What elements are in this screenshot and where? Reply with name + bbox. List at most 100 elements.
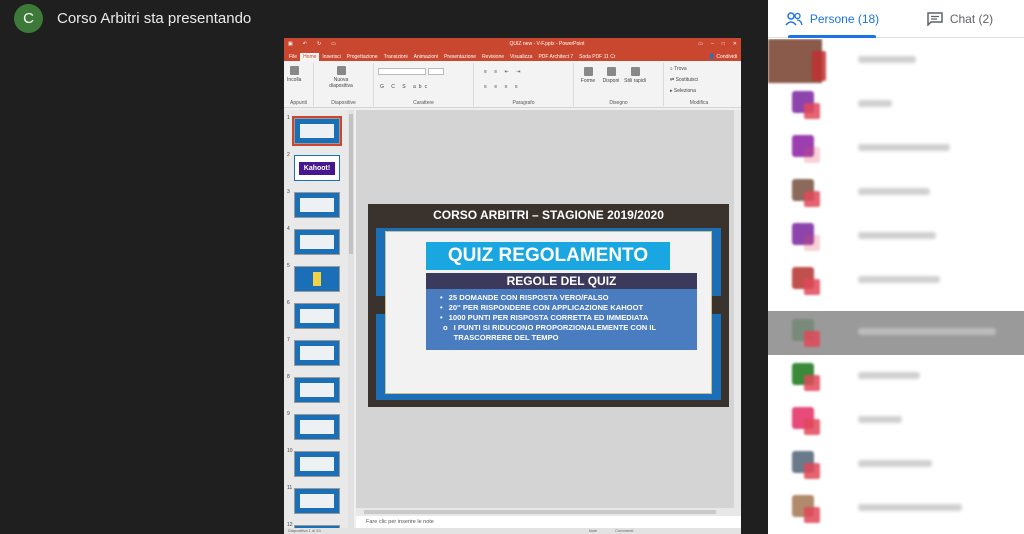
- avatar: [792, 223, 820, 251]
- current-slide[interactable]: CORSO ARBITRI – STAGIONE 2019/2020 QUIZ …: [368, 204, 729, 407]
- tab-pdf-architect[interactable]: PDF Architect 7: [535, 53, 576, 61]
- chat-icon: [927, 11, 943, 26]
- participant-row[interactable]: [768, 487, 1024, 531]
- thumb-number: 8: [287, 374, 290, 380]
- group-label: Carattere: [413, 100, 434, 106]
- notes-button[interactable]: Note: [589, 528, 597, 534]
- tab-review[interactable]: Revisione: [479, 53, 507, 61]
- participant-name: [858, 416, 902, 423]
- slide-thumb[interactable]: 10: [284, 448, 346, 478]
- shared-screen: ▣ ↶ ↻ ▭ QUIZ new - V-F.pptx - PowerPoint…: [284, 38, 741, 534]
- people-icon: [785, 11, 803, 26]
- slide-thumb[interactable]: 9: [284, 411, 346, 441]
- tab-soda-pdf[interactable]: Soda PDF 11 Cr: [576, 53, 618, 61]
- select-button[interactable]: ▸ Seleziona: [670, 88, 696, 94]
- start-presentation-icon[interactable]: ▭: [331, 41, 336, 47]
- share-button[interactable]: 👤 Condividi: [705, 53, 741, 61]
- participant-row[interactable]: [768, 443, 1024, 487]
- thumb-number: 4: [287, 226, 290, 232]
- font-format-buttons[interactable]: G C S abc: [380, 84, 430, 90]
- group-font: G C S abc Carattere: [374, 63, 474, 106]
- avatar: [792, 135, 820, 163]
- participant-row[interactable]: [768, 171, 1024, 215]
- replace-button[interactable]: ⇄ Sostituisci: [670, 77, 698, 83]
- avatar: [792, 451, 820, 479]
- avatar: [792, 91, 820, 119]
- maximize-icon[interactable]: □: [722, 41, 725, 47]
- slide-thumb[interactable]: 5: [284, 263, 346, 293]
- participant-row[interactable]: [768, 83, 1024, 127]
- slide-thumb[interactable]: 4: [284, 226, 346, 256]
- slide-thumb[interactable]: 8: [284, 374, 346, 404]
- shapes-button[interactable]: Forme: [578, 67, 598, 84]
- arrange-button[interactable]: Disponi: [600, 67, 622, 84]
- slide-thumb[interactable]: 7: [284, 337, 346, 367]
- list-buttons[interactable]: ≡ ≡ ⇤ ⇥: [484, 69, 523, 75]
- slide-thumb[interactable]: 6: [284, 300, 346, 330]
- slide-thumb[interactable]: 2 Kahoot!: [284, 152, 346, 182]
- ribbon: Incolla Appunti Nuova diapositiva Diapos…: [284, 61, 741, 108]
- ribbon-options-icon[interactable]: ▭: [698, 41, 703, 47]
- find-button[interactable]: ⌕ Trova: [670, 66, 687, 72]
- participant-row[interactable]: [768, 311, 1024, 355]
- ppt-window-title: QUIZ new - V-F.pptx - PowerPoint: [509, 40, 585, 47]
- slide-thumb[interactable]: 11: [284, 485, 346, 515]
- close-icon[interactable]: ✕: [733, 41, 737, 47]
- participant-row[interactable]: [768, 259, 1024, 303]
- participant-row[interactable]: [768, 399, 1024, 443]
- minimize-icon[interactable]: –: [711, 41, 714, 47]
- font-size-select[interactable]: [428, 68, 444, 77]
- new-slide-button[interactable]: Nuova diapositiva: [326, 66, 356, 89]
- slide-thumb[interactable]: 1: [284, 115, 346, 146]
- editor-scrollbar[interactable]: [734, 110, 741, 508]
- avatar: [792, 319, 820, 347]
- notes-pane[interactable]: Fare clic per inserire le note: [356, 516, 741, 528]
- new-slide-label: Nuova diapositiva: [329, 77, 353, 89]
- tab-slideshow[interactable]: Presentazione: [441, 53, 479, 61]
- select-label: Seleziona: [673, 88, 696, 94]
- participant-row[interactable]: [768, 215, 1024, 259]
- thumbnails-scrollbar[interactable]: [348, 110, 354, 534]
- replace-label: Sostituisci: [675, 77, 699, 83]
- slide-content: QUIZ REGOLAMENTO REGOLE DEL QUIZ • 25 DOM…: [385, 231, 712, 394]
- thumb-kahoot: Kahoot!: [299, 162, 335, 175]
- presenter-label: Corso Arbitri sta presentando: [57, 10, 252, 27]
- font-name-select[interactable]: [378, 68, 426, 77]
- tab-home[interactable]: Home: [300, 53, 320, 61]
- tab-transitions[interactable]: Transizioni: [381, 53, 411, 61]
- thumb-image: [294, 377, 340, 403]
- tab-animations[interactable]: Animazioni: [411, 53, 441, 61]
- slide-thumb[interactable]: 3: [284, 189, 346, 219]
- thumb-number: 2: [287, 152, 290, 158]
- group-paragraph: ≡ ≡ ⇤ ⇥ ≡ ≡ ≡ ≡ Paragrafo: [474, 63, 574, 106]
- editor-hscrollbar[interactable]: [356, 508, 741, 516]
- comments-button[interactable]: Commenti: [615, 528, 633, 534]
- undo-icon[interactable]: ↶: [303, 41, 307, 47]
- tab-insert[interactable]: Inserisci: [319, 53, 343, 61]
- participant-row[interactable]: [768, 39, 1024, 83]
- redo-icon[interactable]: ↻: [317, 41, 321, 47]
- group-label: Diapositive: [331, 100, 356, 106]
- participant-row[interactable]: [768, 355, 1024, 399]
- shapes-icon: [583, 67, 593, 76]
- tab-view[interactable]: Visualizza: [507, 53, 535, 61]
- paste-button[interactable]: Incolla: [287, 66, 301, 83]
- thumb-number: 5: [287, 263, 290, 269]
- participant-name: [858, 144, 950, 151]
- tab-file[interactable]: File: [286, 53, 300, 61]
- slide-title: QUIZ REGOLAMENTO: [426, 242, 670, 270]
- participant-row[interactable]: [768, 127, 1024, 171]
- tab-design[interactable]: Progettazione: [344, 53, 381, 61]
- align-buttons[interactable]: ≡ ≡ ≡ ≡: [484, 84, 521, 90]
- save-icon[interactable]: ▣: [288, 41, 293, 47]
- avatar: [792, 363, 820, 391]
- slide-frame: QUIZ REGOLAMENTO REGOLE DEL QUIZ • 25 DOM…: [368, 228, 729, 400]
- tab-chat[interactable]: Chat (2): [896, 0, 1024, 37]
- sub-list-item: oI PUNTI SI RIDUCONO PROPORZIONALEMENTE …: [443, 323, 657, 342]
- share-label: Condividi: [716, 54, 737, 60]
- meet-screen: C Corso Arbitri sta presentando ▣ ↶ ↻ ▭ …: [0, 0, 1024, 534]
- arrange-icon: [606, 67, 616, 76]
- presenter-avatar[interactable]: C: [14, 4, 43, 33]
- tab-people[interactable]: Persone (18): [768, 0, 896, 38]
- quick-styles-button[interactable]: Stili rapidi: [624, 67, 646, 84]
